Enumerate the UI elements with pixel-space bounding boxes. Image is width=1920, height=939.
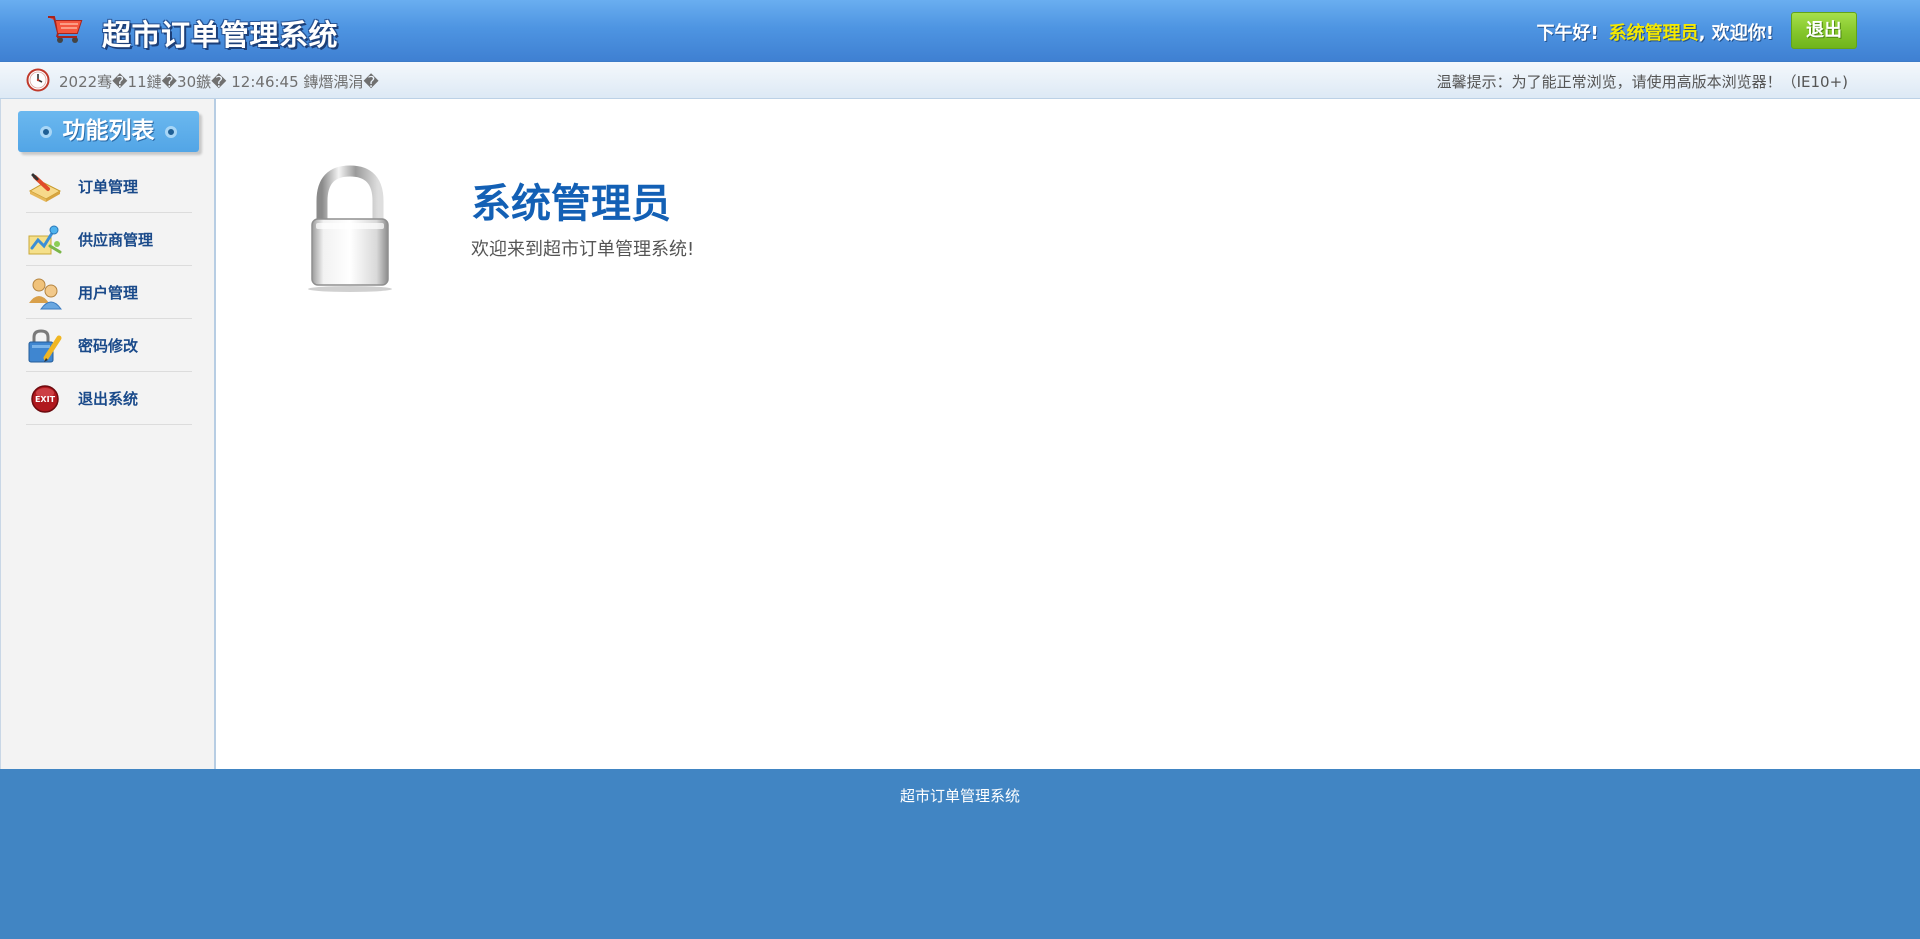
- clock-icon: [26, 68, 50, 92]
- app-title: 超市订单管理系统: [102, 18, 339, 52]
- function-menu: 订单管理 供应商管理 用户管理 密码修改 EXIT 退出系统: [26, 160, 192, 425]
- sidebar: 功能列表 订单管理 供应商管理 用户管理 密码修改 EXIT 退出系统: [0, 99, 216, 769]
- bullet-icon: [165, 126, 177, 138]
- greeting-text: 下午好!: [1536, 23, 1599, 44]
- footer: 超市订单管理系统: [0, 769, 1920, 939]
- current-datetime: 2022骞�11鏈�30鏃� 12:46:45 鏄熸湡涓�: [59, 73, 379, 91]
- current-user-name: 系统管理员: [1608, 23, 1699, 44]
- sidebar-item-suppliers[interactable]: 供应商管理: [26, 213, 192, 266]
- bullet-icon: [40, 126, 52, 138]
- welcome-user-name: 系统管理员: [471, 181, 671, 227]
- sidebar-title: 功能列表: [18, 111, 199, 152]
- sidebar-item-label: 退出系统: [78, 390, 139, 408]
- info-bar: 2022骞�11鏈�30鏃� 12:46:45 鏄熸湡涓� 温馨提示：为了能正常…: [0, 62, 1920, 99]
- welcome-suffix: , 欢迎你!: [1698, 23, 1774, 44]
- sidebar-item-label: 订单管理: [78, 178, 139, 196]
- password-icon: [28, 329, 62, 363]
- sidebar-title-text: 功能列表: [62, 118, 155, 144]
- welcome-message: 欢迎来到超市订单管理系统!: [471, 239, 695, 260]
- main-content: 系统管理员 欢迎来到超市订单管理系统!: [216, 99, 1920, 769]
- logout-button[interactable]: 退出: [1791, 12, 1857, 49]
- sidebar-item-label: 密码修改: [78, 337, 139, 355]
- exit-icon: EXIT: [31, 385, 59, 413]
- svg-text:EXIT: EXIT: [35, 395, 56, 404]
- sidebar-item-label: 用户管理: [78, 284, 139, 302]
- sidebar-item-password[interactable]: 密码修改: [26, 319, 192, 372]
- browser-tip: 温馨提示：为了能正常浏览，请使用高版本浏览器！（IE10+): [1436, 73, 1848, 91]
- footer-text: 超市订单管理系统: [899, 787, 1020, 805]
- sidebar-item-users[interactable]: 用户管理: [26, 266, 192, 319]
- sidebar-item-label: 供应商管理: [78, 231, 154, 249]
- shopping-cart-icon: [48, 16, 83, 43]
- sidebar-item-orders[interactable]: 订单管理: [26, 160, 192, 213]
- supplier-icon: [28, 225, 62, 255]
- user-greeting: 下午好! 系统管理员, 欢迎你!: [1536, 19, 1774, 45]
- lock-icon: [308, 165, 392, 292]
- sidebar-item-exit[interactable]: EXIT 退出系统: [26, 372, 192, 425]
- top-header: 超市订单管理系统 下午好! 系统管理员, 欢迎你! 退出: [0, 0, 1920, 62]
- order-icon: [28, 173, 62, 202]
- users-icon: [29, 278, 62, 310]
